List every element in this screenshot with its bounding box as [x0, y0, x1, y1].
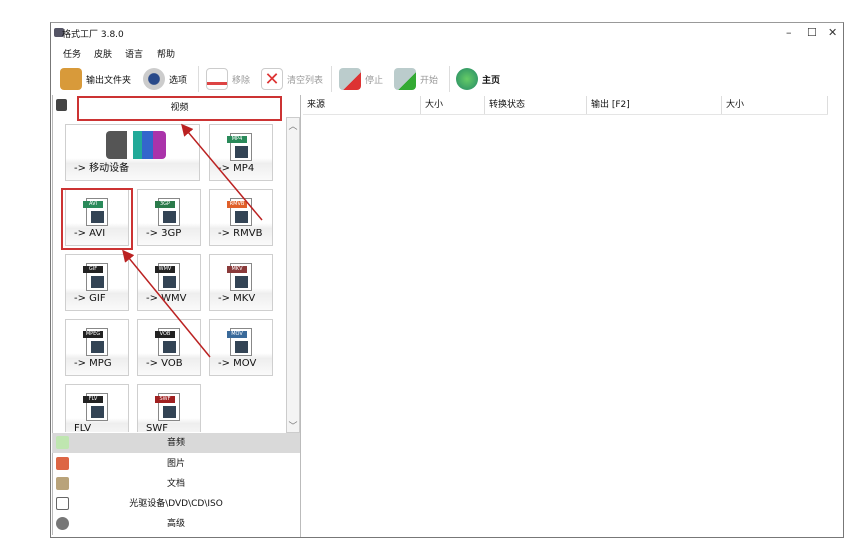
arrow-to-avi: [122, 249, 211, 358]
arrow-to-video: [181, 123, 263, 221]
annotation-arrows: [122, 123, 263, 358]
